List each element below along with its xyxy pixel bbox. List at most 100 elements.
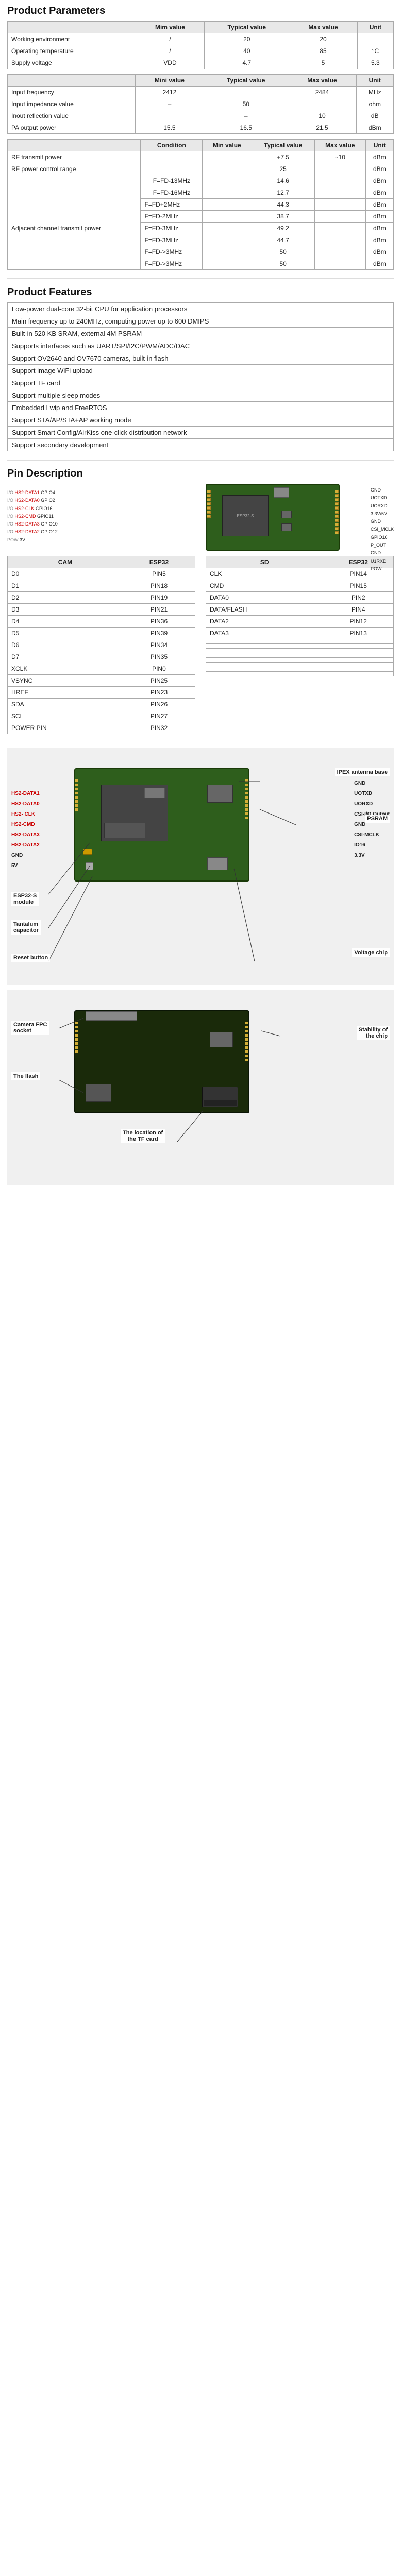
env-col-mim: Mim value: [136, 22, 205, 33]
label-hs2-data1: HS2-DATA1: [11, 789, 40, 799]
feature-item: Support OV2640 and OV7670 cameras, built…: [8, 352, 393, 365]
product-parameters-section: Product Parameters Mim value Typical val…: [7, 5, 394, 270]
row-unit: dBm: [365, 151, 393, 163]
label-hs2-clk: HS2- CLK: [11, 809, 40, 820]
pad: [75, 800, 78, 803]
row-typical: 12.7: [252, 187, 314, 199]
right-edge-pads: [245, 779, 248, 819]
pin-label: GPIO16: [371, 534, 394, 541]
pad: [75, 808, 78, 811]
row-label: Adjacent channel transmit power: [8, 187, 141, 270]
feature-item: Support Smart Config/AirKiss one-click d…: [8, 427, 393, 439]
pcb-diagram-2: Camera FPCsocket Stability ofthe chip Th…: [7, 990, 394, 1185]
callout-stability: Stability ofthe chip: [357, 1026, 390, 1040]
pad: [207, 494, 211, 497]
pad: [245, 1030, 248, 1032]
row-cond: F=FD-3MHz: [141, 234, 203, 246]
stability-chip: [210, 1032, 233, 1047]
pin-label: POW 3V: [7, 536, 58, 544]
row-typical: 49.2: [252, 223, 314, 234]
row-min: [203, 211, 252, 223]
row-min: [203, 246, 252, 258]
table-row: DATA0PIN2: [206, 592, 394, 604]
feature-item: Main frequency up to 240MHz, computing p…: [8, 315, 393, 328]
row-typical: 4.7: [205, 57, 289, 69]
feature-item: Built-in 520 KB SRAM, external 4M PSRAM: [8, 328, 393, 340]
table-row: XCLKPIN0: [8, 663, 195, 675]
table-row: RF transmit power +7.5 ~10 dBm: [8, 151, 394, 163]
pad: [335, 523, 339, 526]
pad: [335, 494, 339, 497]
callout-camera-fpc: Camera FPCsocket: [11, 1021, 49, 1035]
row-max: 21.5: [288, 122, 356, 134]
pin-label: GND: [371, 518, 394, 526]
row-cond: F=FD-2MHz: [141, 211, 203, 223]
callout-tantalum: Tantalumcapacitor: [11, 920, 41, 935]
row-min: [203, 163, 252, 175]
row-label: [8, 175, 141, 187]
row-max: 5: [289, 57, 358, 69]
row-cond: F=FD-13MHz: [141, 175, 203, 187]
callout-ipex: IPEX antenna base: [335, 768, 390, 776]
table-row: POWER PINPIN32: [8, 722, 195, 734]
row-mim: VDD: [136, 57, 205, 69]
esp32-module: [101, 785, 168, 841]
row-unit: dBm: [365, 258, 393, 270]
pad: [245, 1055, 248, 1057]
row-max: [314, 234, 365, 246]
label-csi-mclk: CSI-MCLK: [354, 830, 390, 840]
pad: [245, 1026, 248, 1028]
row-typical: 40: [205, 45, 289, 57]
row-min: [203, 223, 252, 234]
row-max: ~10: [314, 151, 365, 163]
row-unit: dBm: [365, 175, 393, 187]
table-row: D1PIN18: [8, 580, 195, 592]
pad: [335, 490, 339, 493]
pcb-board-diagram2: [74, 1010, 249, 1113]
pad: [245, 804, 248, 807]
product-features-title: Product Features: [7, 286, 394, 298]
pcb-board-diagram1: [74, 768, 249, 882]
table-row: [206, 653, 394, 658]
row-unit: dBm: [365, 187, 393, 199]
row-cond: F=FD->3MHz: [141, 246, 203, 258]
row-typical: 14.6: [252, 175, 314, 187]
row-max: [314, 211, 365, 223]
feature-item: Low-power dual-core 32-bit CPU for appli…: [8, 303, 393, 315]
row-typical: 44.3: [252, 199, 314, 211]
table-row: [206, 667, 394, 672]
antenna-area: [144, 788, 165, 798]
row-label: Supply voltage: [8, 57, 136, 69]
row-typical: 50: [204, 98, 288, 110]
table-row: [206, 644, 394, 649]
table-row: Input impedance value – 50 ohm: [8, 98, 394, 110]
table-row: Operating temperature / 40 85 °C: [8, 45, 394, 57]
pad: [75, 804, 78, 807]
page: Product Parameters Mim value Typical val…: [0, 0, 401, 1199]
section-divider: [7, 278, 394, 279]
pad: [245, 808, 248, 811]
row-cond: [141, 163, 203, 175]
row-typical: 20: [205, 33, 289, 45]
pin-tables-container: CAM ESP32 D0PIN5 D1PIN18 D2PIN19 D3PIN21…: [7, 556, 394, 739]
sd-esp32-table-container: SD ESP32 CLKPIN14 CMDPIN15 DATA0PIN2 DAT…: [206, 556, 394, 739]
pad: [245, 792, 248, 794]
feature-item: Support multiple sleep modes: [8, 389, 393, 402]
row-min: [203, 151, 252, 163]
right-edge-pads2: [245, 1022, 248, 1061]
pin-label: CSI_MCLK: [371, 526, 394, 533]
env-col-max: Max value: [289, 22, 358, 33]
env-col-typical: Typical value: [205, 22, 289, 33]
label-hs2-cmd: HS2-CMD: [11, 820, 40, 830]
pad: [335, 498, 339, 501]
callout-esp32s: ESP32-Smodule: [11, 892, 39, 906]
row-cond: F=FD-16MHz: [141, 187, 203, 199]
table-row: DATA3PIN13: [206, 628, 394, 639]
row-max: [314, 223, 365, 234]
rf-col-unit: Unit: [365, 140, 393, 151]
pin-label: I/O HS2-DATA0 GPIO2: [7, 497, 58, 504]
row-label: Input impedance value: [8, 98, 136, 110]
row-max: [314, 199, 365, 211]
env-col-label: [8, 22, 136, 33]
pad: [245, 800, 248, 803]
